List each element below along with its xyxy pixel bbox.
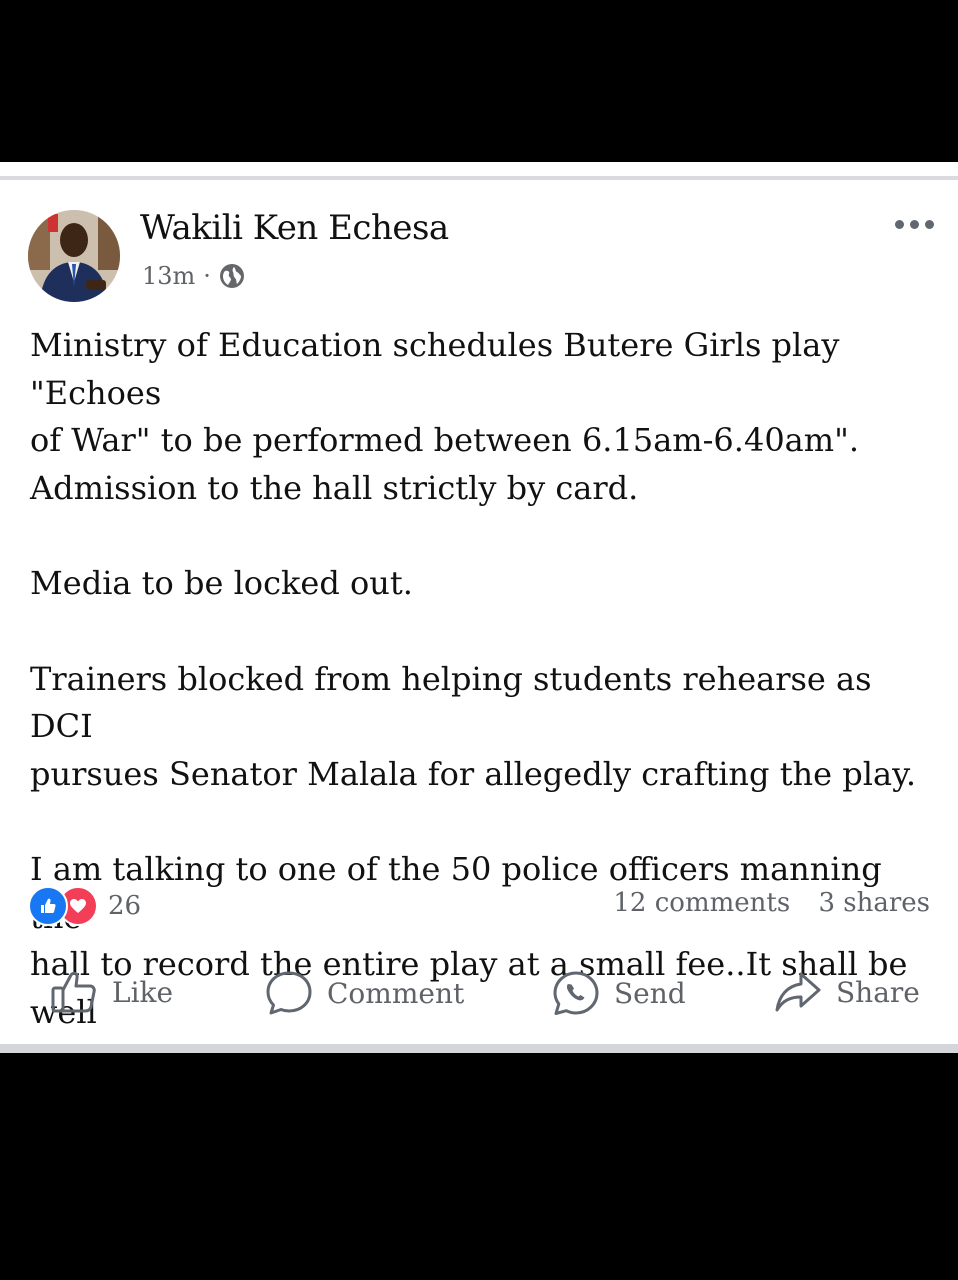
post-stats: 12 comments 3 shares [613, 888, 930, 918]
reaction-summary[interactable]: 26 [28, 886, 141, 926]
post-paragraph: Media to be locked out. [30, 564, 413, 602]
post-paragraph: Trainers blocked from helping students r… [30, 659, 917, 793]
send-label: Send [614, 976, 686, 1010]
avatar-image [28, 210, 120, 302]
comment-button[interactable]: Comment [265, 970, 464, 1016]
like-label: Like [112, 975, 174, 1009]
post-meta: 13m · [142, 262, 245, 290]
top-divider [0, 176, 958, 180]
send-button[interactable]: Send [552, 970, 686, 1016]
comment-bubble-icon [266, 971, 312, 1015]
shares-count-link[interactable]: 3 shares [818, 888, 930, 918]
reaction-count: 26 [108, 891, 142, 921]
screenshot-page: Wakili Ken Echesa 13m · Ministry of Educ… [0, 0, 958, 1280]
share-button[interactable]: Share [774, 970, 920, 1014]
whatsapp-icon [553, 971, 599, 1015]
like-button[interactable]: Like [50, 970, 173, 1014]
meta-separator: · [203, 262, 211, 290]
share-label: Share [836, 975, 920, 1009]
globe-icon[interactable] [219, 263, 245, 289]
post-time[interactable]: 13m [142, 262, 195, 290]
post-card: Wakili Ken Echesa 13m · Ministry of Educ… [0, 162, 958, 1053]
comments-count-link[interactable]: 12 comments [613, 888, 790, 918]
author-name[interactable]: Wakili Ken Echesa [140, 208, 449, 248]
thumbs-up-icon [51, 971, 96, 1013]
like-reaction-icon [28, 886, 68, 926]
bottom-divider [0, 1044, 958, 1053]
share-arrow-icon [775, 972, 821, 1012]
author-avatar[interactable] [28, 210, 120, 302]
comment-label: Comment [327, 976, 465, 1010]
action-bar: Like Comment Send Share [0, 970, 958, 1016]
more-options-icon[interactable] [895, 220, 934, 229]
post-paragraph: Ministry of Education schedules Butere G… [30, 326, 859, 507]
